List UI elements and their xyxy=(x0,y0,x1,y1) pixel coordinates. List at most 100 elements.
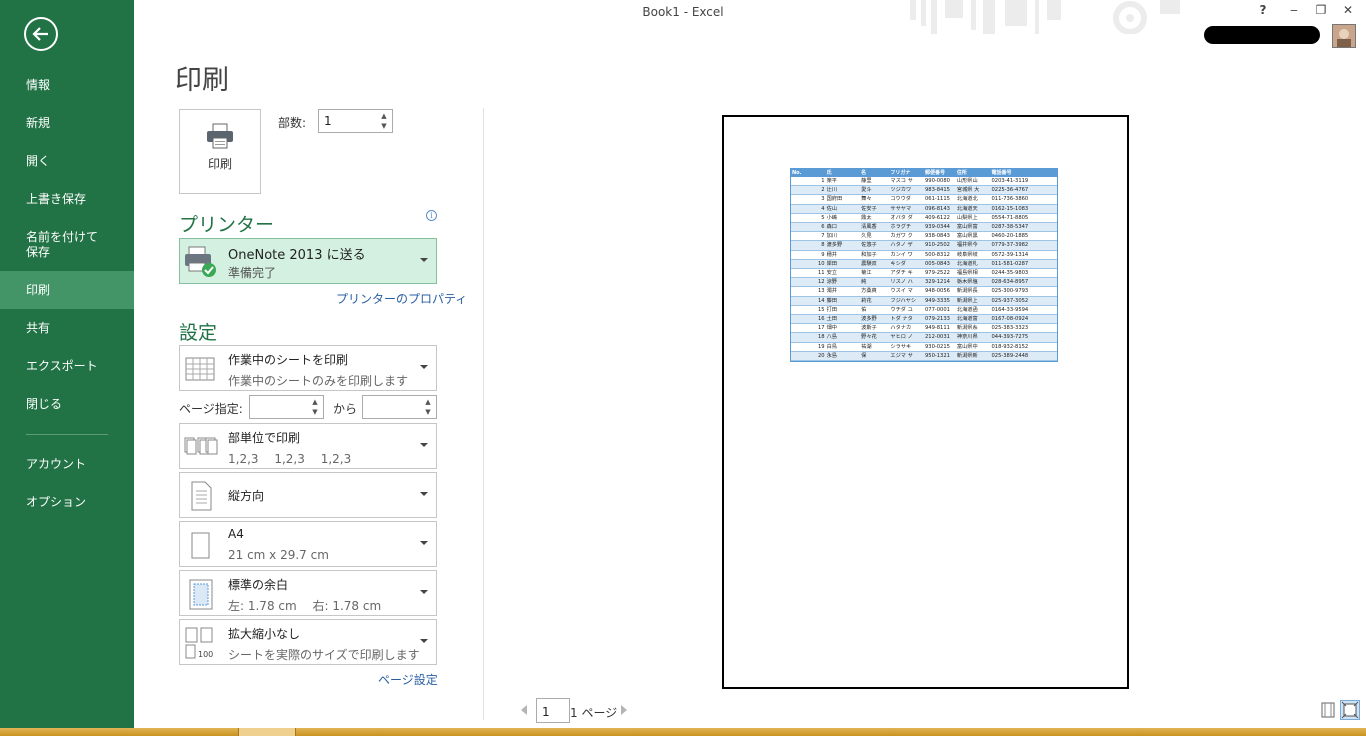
printer-properties-link[interactable]: プリンターのプロパティ xyxy=(336,290,467,307)
backstage-sidebar: 情報 新規 開く 上書き保存 名前を付けて 保存 印刷 共有 エクスポート 閉じ… xyxy=(0,0,134,728)
avatar[interactable] xyxy=(1332,24,1356,48)
copies-up-icon[interactable]: ▲ xyxy=(378,111,390,121)
copies-down-icon[interactable]: ▼ xyxy=(378,121,390,131)
preview-table-cell: 藤田 xyxy=(825,296,861,306)
previous-page-icon[interactable] xyxy=(521,705,527,715)
preview-table-cell: 新潟県上 xyxy=(955,296,991,306)
paper-size-title: A4 xyxy=(228,527,244,541)
sidebar-item-save-as[interactable]: 名前を付けて 保存 xyxy=(0,230,134,260)
preview-table-cell: 0779-37-3982 xyxy=(990,240,1057,251)
preview-table-cell: 028-634-8957 xyxy=(990,277,1057,288)
preview-table-cell: 国府田 xyxy=(825,194,861,205)
preview-table-cell: 岸田 xyxy=(825,259,861,270)
copies-label: 部数: xyxy=(278,116,307,130)
preview-table-row: 17 畑中 波斯子 ハタナカ 949-8111 新潟県糸 025-383-3323 xyxy=(791,323,1057,334)
portrait-page-icon xyxy=(191,481,212,511)
preview-table-cell: 079-2133 xyxy=(923,314,956,325)
sidebar-item-share[interactable]: 共有 xyxy=(0,321,134,336)
preview-table-cell: フジハヤシ xyxy=(889,296,924,306)
preview-table-row: 16 土田 波多野 トダ ナタ 079-2133 北海道富 0167-08-0924 xyxy=(791,314,1057,325)
preview-table-body: 1 楽平 静里 マスコ サ 990-0080 山形県山 0203-41-3119 2 辻川 愛斗ツ… xyxy=(791,177,1057,362)
preview-table-cell: 1 xyxy=(791,177,826,187)
preview-table-cell: 4 xyxy=(791,204,826,214)
page-setup-link[interactable]: ページ設定 xyxy=(378,671,438,688)
preview-table-cell: 409-6122 xyxy=(923,213,956,224)
minimize-button[interactable]: ‒ xyxy=(1284,3,1304,17)
preview-table-cell: 0203-41-3119 xyxy=(990,177,1057,187)
collate-dropdown[interactable]: 部単位で印刷 1,2,3 1,2,3 1,2,3 xyxy=(179,423,437,469)
preview-table-cell: 8 xyxy=(791,240,826,251)
preview-table-cell: 楽平 xyxy=(825,177,861,187)
preview-table-cell: 久見 xyxy=(860,231,890,242)
preview-sheet-table: No. 氏名フリガナ 郵便番号 住所 電話番号 1 楽平 静里 マスコ サ 990-0080 山形… xyxy=(790,168,1058,363)
restore-button[interactable]: ❐ xyxy=(1311,3,1331,17)
sidebar-item-options[interactable]: オプション xyxy=(0,495,134,510)
help-button[interactable]: ? xyxy=(1253,3,1273,17)
preview-table-cell: 方桑爽 xyxy=(860,286,890,297)
next-page-icon[interactable] xyxy=(621,705,627,715)
page-to-down-icon[interactable]: ▼ xyxy=(422,407,434,417)
preview-table-cell: 渡多野 xyxy=(825,240,861,251)
show-margins-button[interactable] xyxy=(1318,700,1338,720)
preview-table-cell: 10 xyxy=(791,259,826,270)
preview-table-cell: 948-0056 xyxy=(923,286,956,297)
paper-size-desc: 21 cm x 29.7 cm xyxy=(228,548,329,562)
preview-table-cell: 0287-38-5347 xyxy=(990,222,1057,233)
preview-table-cell: 祐湖 xyxy=(860,342,890,352)
preview-table-cell: 穗井 xyxy=(825,250,861,260)
preview-header-cell: 住所 xyxy=(955,169,991,177)
print-scope-dropdown[interactable]: 作業中のシートを印刷 作業中のシートのみを印刷します xyxy=(179,345,437,391)
sidebar-item-open[interactable]: 開く xyxy=(0,154,134,169)
sidebar-item-save[interactable]: 上書き保存 xyxy=(0,192,134,207)
preview-table-cell: 山形県山 xyxy=(955,177,991,187)
page-from-down-icon[interactable]: ▼ xyxy=(309,407,321,417)
preview-table-cell: 990-0080 xyxy=(923,177,956,187)
preview-table-cell: 20 xyxy=(791,351,826,362)
preview-table-cell: 富山県黒 xyxy=(955,231,991,242)
printer-icon xyxy=(185,246,216,277)
page-from-stepper[interactable]: ▲ ▼ xyxy=(249,395,324,419)
page-to-stepper[interactable]: ▲ ▼ xyxy=(362,395,437,419)
sidebar-item-info[interactable]: 情報 xyxy=(0,78,134,93)
copies-stepper[interactable]: 1 ▲ ▼ xyxy=(318,109,393,133)
print-button[interactable]: 印刷 xyxy=(179,109,261,194)
margins-dropdown[interactable]: 標準の余白 左: 1.78 cm 右: 1.78 cm xyxy=(179,570,437,616)
preview-table-cell: 森口 xyxy=(825,222,861,233)
paper-size-dropdown[interactable]: A4 21 cm x 29.7 cm xyxy=(179,521,437,567)
back-button[interactable] xyxy=(24,17,58,51)
preview-table-cell: 18 xyxy=(791,332,826,343)
page-from-up-icon[interactable]: ▲ xyxy=(309,397,321,407)
sidebar-item-export[interactable]: エクスポート xyxy=(0,359,134,374)
printer-icon xyxy=(207,123,233,149)
preview-table-cell: 14 xyxy=(791,296,826,306)
close-button[interactable]: ✕ xyxy=(1338,3,1358,17)
preview-table-cell: 北海道天 xyxy=(955,204,991,214)
page-title: 印刷 xyxy=(175,65,229,96)
sidebar-item-close[interactable]: 閉じる xyxy=(0,397,134,412)
preview-table-cell: 0225-36-4767 xyxy=(990,185,1057,196)
panel-divider xyxy=(483,108,484,720)
sidebar-item-print[interactable]: 印刷 xyxy=(0,271,134,309)
user-name-redacted[interactable] xyxy=(1204,26,1320,44)
page-to-up-icon[interactable]: ▲ xyxy=(422,397,434,407)
sidebar-item-account[interactable]: アカウント xyxy=(0,457,134,472)
sidebar-item-new[interactable]: 新規 xyxy=(0,116,134,131)
page-number-input[interactable]: 1 xyxy=(536,698,570,723)
print-scope-title: 作業中のシートを印刷 xyxy=(228,353,349,367)
collate-desc: 1,2,3 1,2,3 1,2,3 xyxy=(228,452,352,466)
zoom-to-page-icon xyxy=(1341,701,1359,719)
scaling-dropdown[interactable]: 100 拡大縮小なし シートを実際のサイズで印刷します xyxy=(179,619,437,665)
printer-dropdown[interactable]: OneNote 2013 に送る 準備完了 xyxy=(179,238,437,284)
preview-table-cell: シラサキ xyxy=(889,342,924,352)
preview-table-row: 20 永島保エジマ サ 950-1321 新潟県新 025-389-2448 xyxy=(791,351,1057,362)
scaling-desc: シートを実際のサイズで印刷します xyxy=(228,648,420,662)
info-icon[interactable]: i xyxy=(426,210,437,221)
orientation-dropdown[interactable]: 縦方向 xyxy=(179,472,437,518)
preview-table-cell: 212-0031 xyxy=(923,332,956,343)
preview-table-cell: 061-1115 xyxy=(923,194,956,205)
zoom-to-page-button[interactable] xyxy=(1340,700,1360,720)
preview-table-cell: 打田 xyxy=(825,305,861,316)
preview-table-cell: 保 xyxy=(860,351,890,362)
scaling-title: 拡大縮小なし xyxy=(228,627,301,641)
taskbar-excel-button[interactable] xyxy=(238,728,296,736)
